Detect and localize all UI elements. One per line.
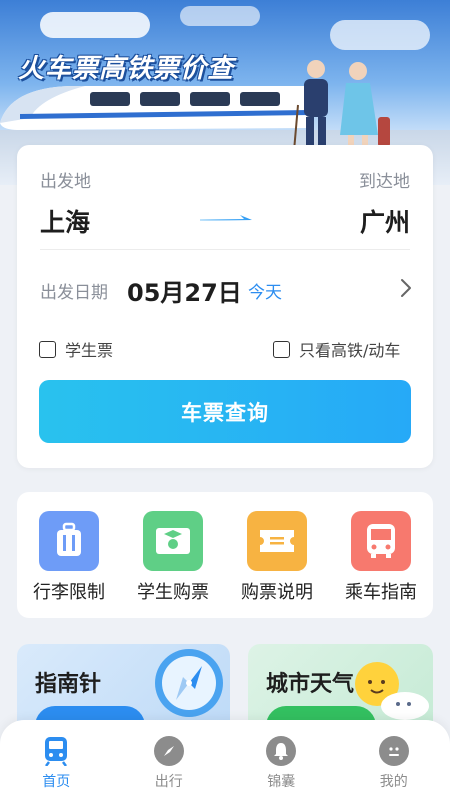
compass-icon (155, 649, 223, 717)
student-ticket-option[interactable]: 学生票 (39, 337, 113, 361)
cloud-decoration (330, 20, 430, 50)
compass-card-title: 指南针 (35, 672, 102, 697)
departure-label: 出发地 (40, 172, 91, 192)
tab-home[interactable]: 首页 (21, 736, 91, 800)
shortcut-luggage[interactable]: 行李限制 (24, 511, 114, 618)
student-ticket-label: 学生票 (65, 341, 114, 360)
compass-icon (153, 736, 184, 766)
shortcut-label: 行李限制 (33, 582, 105, 603)
bus-guide-icon (351, 511, 411, 571)
swap-arrow-icon[interactable] (200, 213, 252, 223)
shortcut-boarding-guide[interactable]: 乘车指南 (336, 511, 426, 618)
shortcut-ticket-info[interactable]: 购票说明 (232, 511, 322, 618)
weather-card-title: 城市天气 (266, 672, 355, 697)
divider (40, 249, 410, 250)
tab-label: 锦囊 (267, 774, 296, 790)
shortcut-student[interactable]: 学生购票 (128, 511, 218, 618)
profile-icon (378, 736, 409, 766)
shortcuts-panel: 行李限制 学生购票 购票说明 乘车指南 (17, 492, 433, 618)
highspeed-only-option[interactable]: 只看高铁/动车 (273, 337, 400, 361)
banner-title: 火车票高铁票价查 (18, 54, 235, 84)
cloud-decoration (40, 12, 150, 38)
tab-tips[interactable]: 锦囊 (246, 736, 316, 800)
sun-cloud-icon (355, 662, 429, 720)
bottom-tab-bar: 首页 出行 锦囊 我的 (0, 720, 450, 800)
search-tickets-button[interactable]: 车票查询 (39, 380, 411, 443)
cloud-decoration (180, 6, 260, 26)
shortcut-label: 学生购票 (137, 582, 209, 603)
tab-label: 我的 (379, 774, 408, 790)
date-value[interactable]: 05月27日 (127, 273, 242, 308)
arrival-city[interactable]: 广州 (360, 203, 410, 239)
ticket-info-icon (247, 511, 307, 571)
luggage-icon (39, 511, 99, 571)
shortcut-label: 乘车指南 (345, 582, 417, 603)
date-label: 出发日期 (40, 283, 108, 303)
tab-label: 出行 (154, 774, 183, 790)
date-today-hint: 今天 (248, 283, 282, 303)
tab-label: 首页 (42, 774, 71, 790)
highspeed-only-label: 只看高铁/动车 (299, 341, 401, 360)
ticket-search-card: 出发地 到达地 上海 广州 出发日期 05月27日 今天 学生票 只看高铁/动车… (17, 145, 433, 468)
travelers-illustration (293, 60, 390, 152)
chevron-right-icon[interactable] (399, 277, 413, 299)
tab-profile[interactable]: 我的 (359, 736, 429, 800)
bell-icon (266, 736, 297, 766)
arrival-label: 到达地 (359, 172, 410, 192)
student-ticket-checkbox[interactable] (39, 340, 56, 358)
departure-city[interactable]: 上海 (40, 203, 90, 239)
highspeed-only-checkbox[interactable] (273, 340, 290, 358)
tab-travel[interactable]: 出行 (134, 736, 204, 800)
student-ticket-icon (143, 511, 203, 571)
shortcut-label: 购票说明 (241, 582, 313, 603)
home-train-icon (41, 736, 71, 766)
